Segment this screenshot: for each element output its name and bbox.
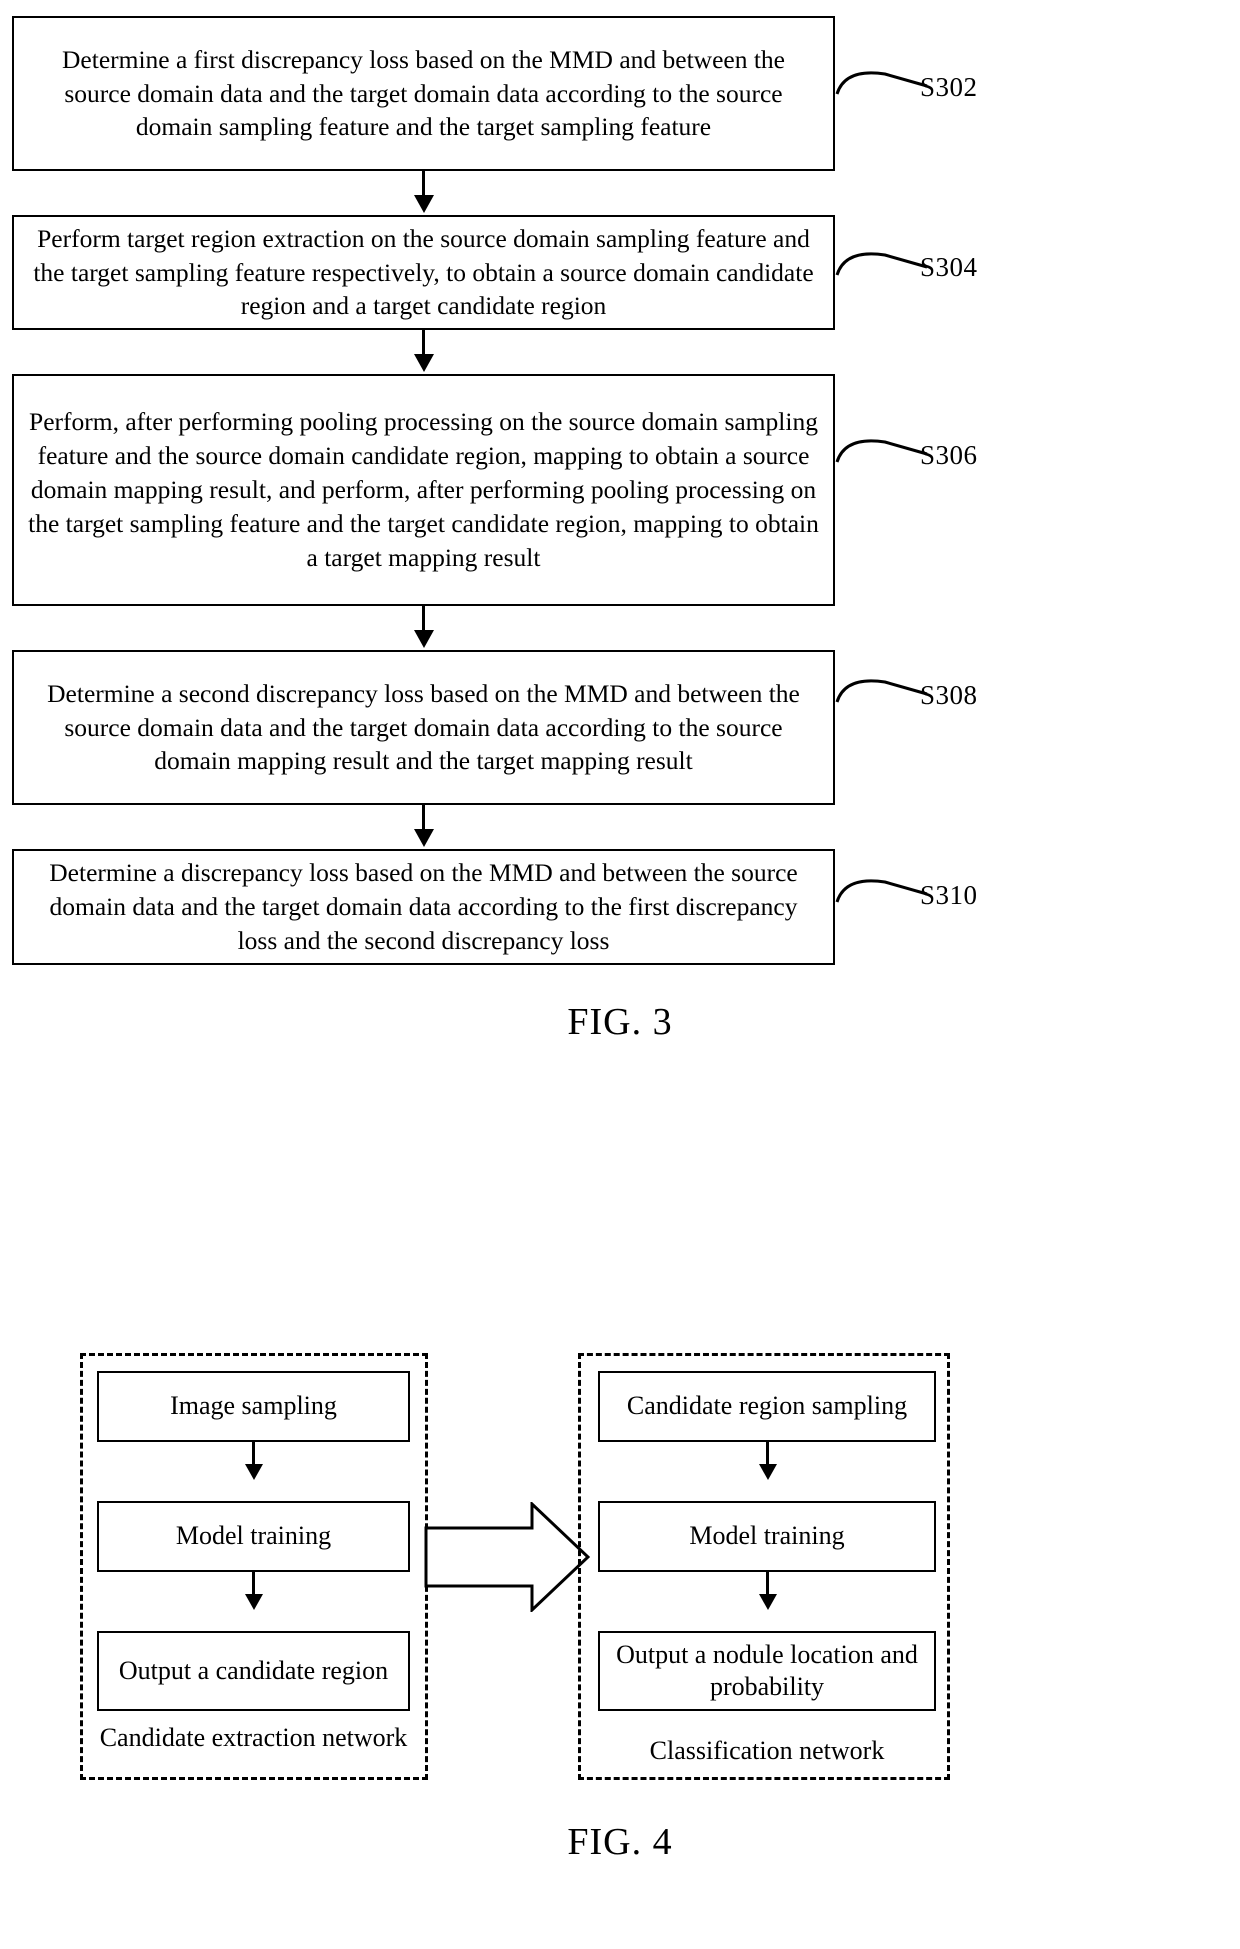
flow-arrow-s306-to-s308: [422, 606, 425, 632]
arrow-candidate-sampling-to-model-training: [766, 1442, 769, 1466]
figure-4-caption: FIG. 4: [567, 1821, 673, 1863]
net-box-image-sampling: Image sampling: [97, 1371, 410, 1442]
flow-step-text-s310: Determine a discrepancy loss based on th…: [49, 858, 798, 955]
panel-label-candidate-extraction-network: Candidate extraction network: [99, 1723, 408, 1752]
flow-arrow-s308-to-s310: [422, 805, 425, 831]
flow-step-box-s310: Determine a discrepancy loss based on th…: [12, 849, 835, 965]
flow-arrow-s302-to-s304: [422, 171, 425, 197]
step-label-s306: S306: [920, 440, 978, 470]
flow-step-box-s306: Perform, after performing pooling proces…: [12, 374, 835, 606]
arrow-model-training-to-output-nodule: [766, 1572, 769, 1596]
figure-4: Image sampling Model training Output a c…: [0, 1290, 1240, 1949]
block-arrow-between-networks: [424, 1502, 590, 1612]
flow-step-text-s304: Perform target region extraction on the …: [33, 223, 814, 321]
net-box-output-nodule-location-probability: Output a nodule location and probability: [598, 1631, 936, 1711]
figure-3-caption: FIG. 3: [567, 1001, 673, 1043]
net-box-label-left-model-training: Model training: [175, 1521, 332, 1551]
arrow-image-sampling-to-model-training: [252, 1442, 255, 1466]
flow-step-box-s302: Determine a first discrepancy loss based…: [12, 16, 835, 171]
step-label-s302: S302: [920, 72, 978, 102]
flow-step-text-s308: Determine a second discrepancy loss base…: [47, 678, 800, 776]
net-box-label-output-candidate-region: Output a candidate region: [118, 1655, 389, 1685]
step-label-s304: S304: [920, 252, 978, 282]
step-label-s310: S310: [920, 880, 978, 910]
flow-step-text-s306: Perform, after performing pooling proces…: [28, 407, 819, 572]
net-box-label-output-nodule-location-probability: Output a nodule location and probability: [616, 1639, 918, 1702]
flow-arrow-s304-to-s306: [422, 330, 425, 356]
net-box-candidate-region-sampling: Candidate region sampling: [598, 1371, 936, 1442]
panel-label-classification-network: Classification network: [649, 1736, 885, 1765]
net-box-label-candidate-region-sampling: Candidate region sampling: [626, 1391, 908, 1421]
net-box-left-model-training: Model training: [97, 1501, 410, 1572]
flow-step-box-s308: Determine a second discrepancy loss base…: [12, 650, 835, 805]
flow-step-text-s302: Determine a first discrepancy loss based…: [62, 44, 785, 142]
net-box-output-candidate-region: Output a candidate region: [97, 1631, 410, 1711]
flow-step-box-s304: Perform target region extraction on the …: [12, 215, 835, 330]
net-box-label-image-sampling: Image sampling: [170, 1391, 337, 1421]
figure-3: Determine a first discrepancy loss based…: [0, 0, 1240, 1290]
arrow-model-training-to-output-candidate: [252, 1572, 255, 1596]
step-label-s308: S308: [920, 680, 978, 710]
net-box-label-right-model-training: Model training: [689, 1521, 845, 1551]
net-box-right-model-training: Model training: [598, 1501, 936, 1572]
